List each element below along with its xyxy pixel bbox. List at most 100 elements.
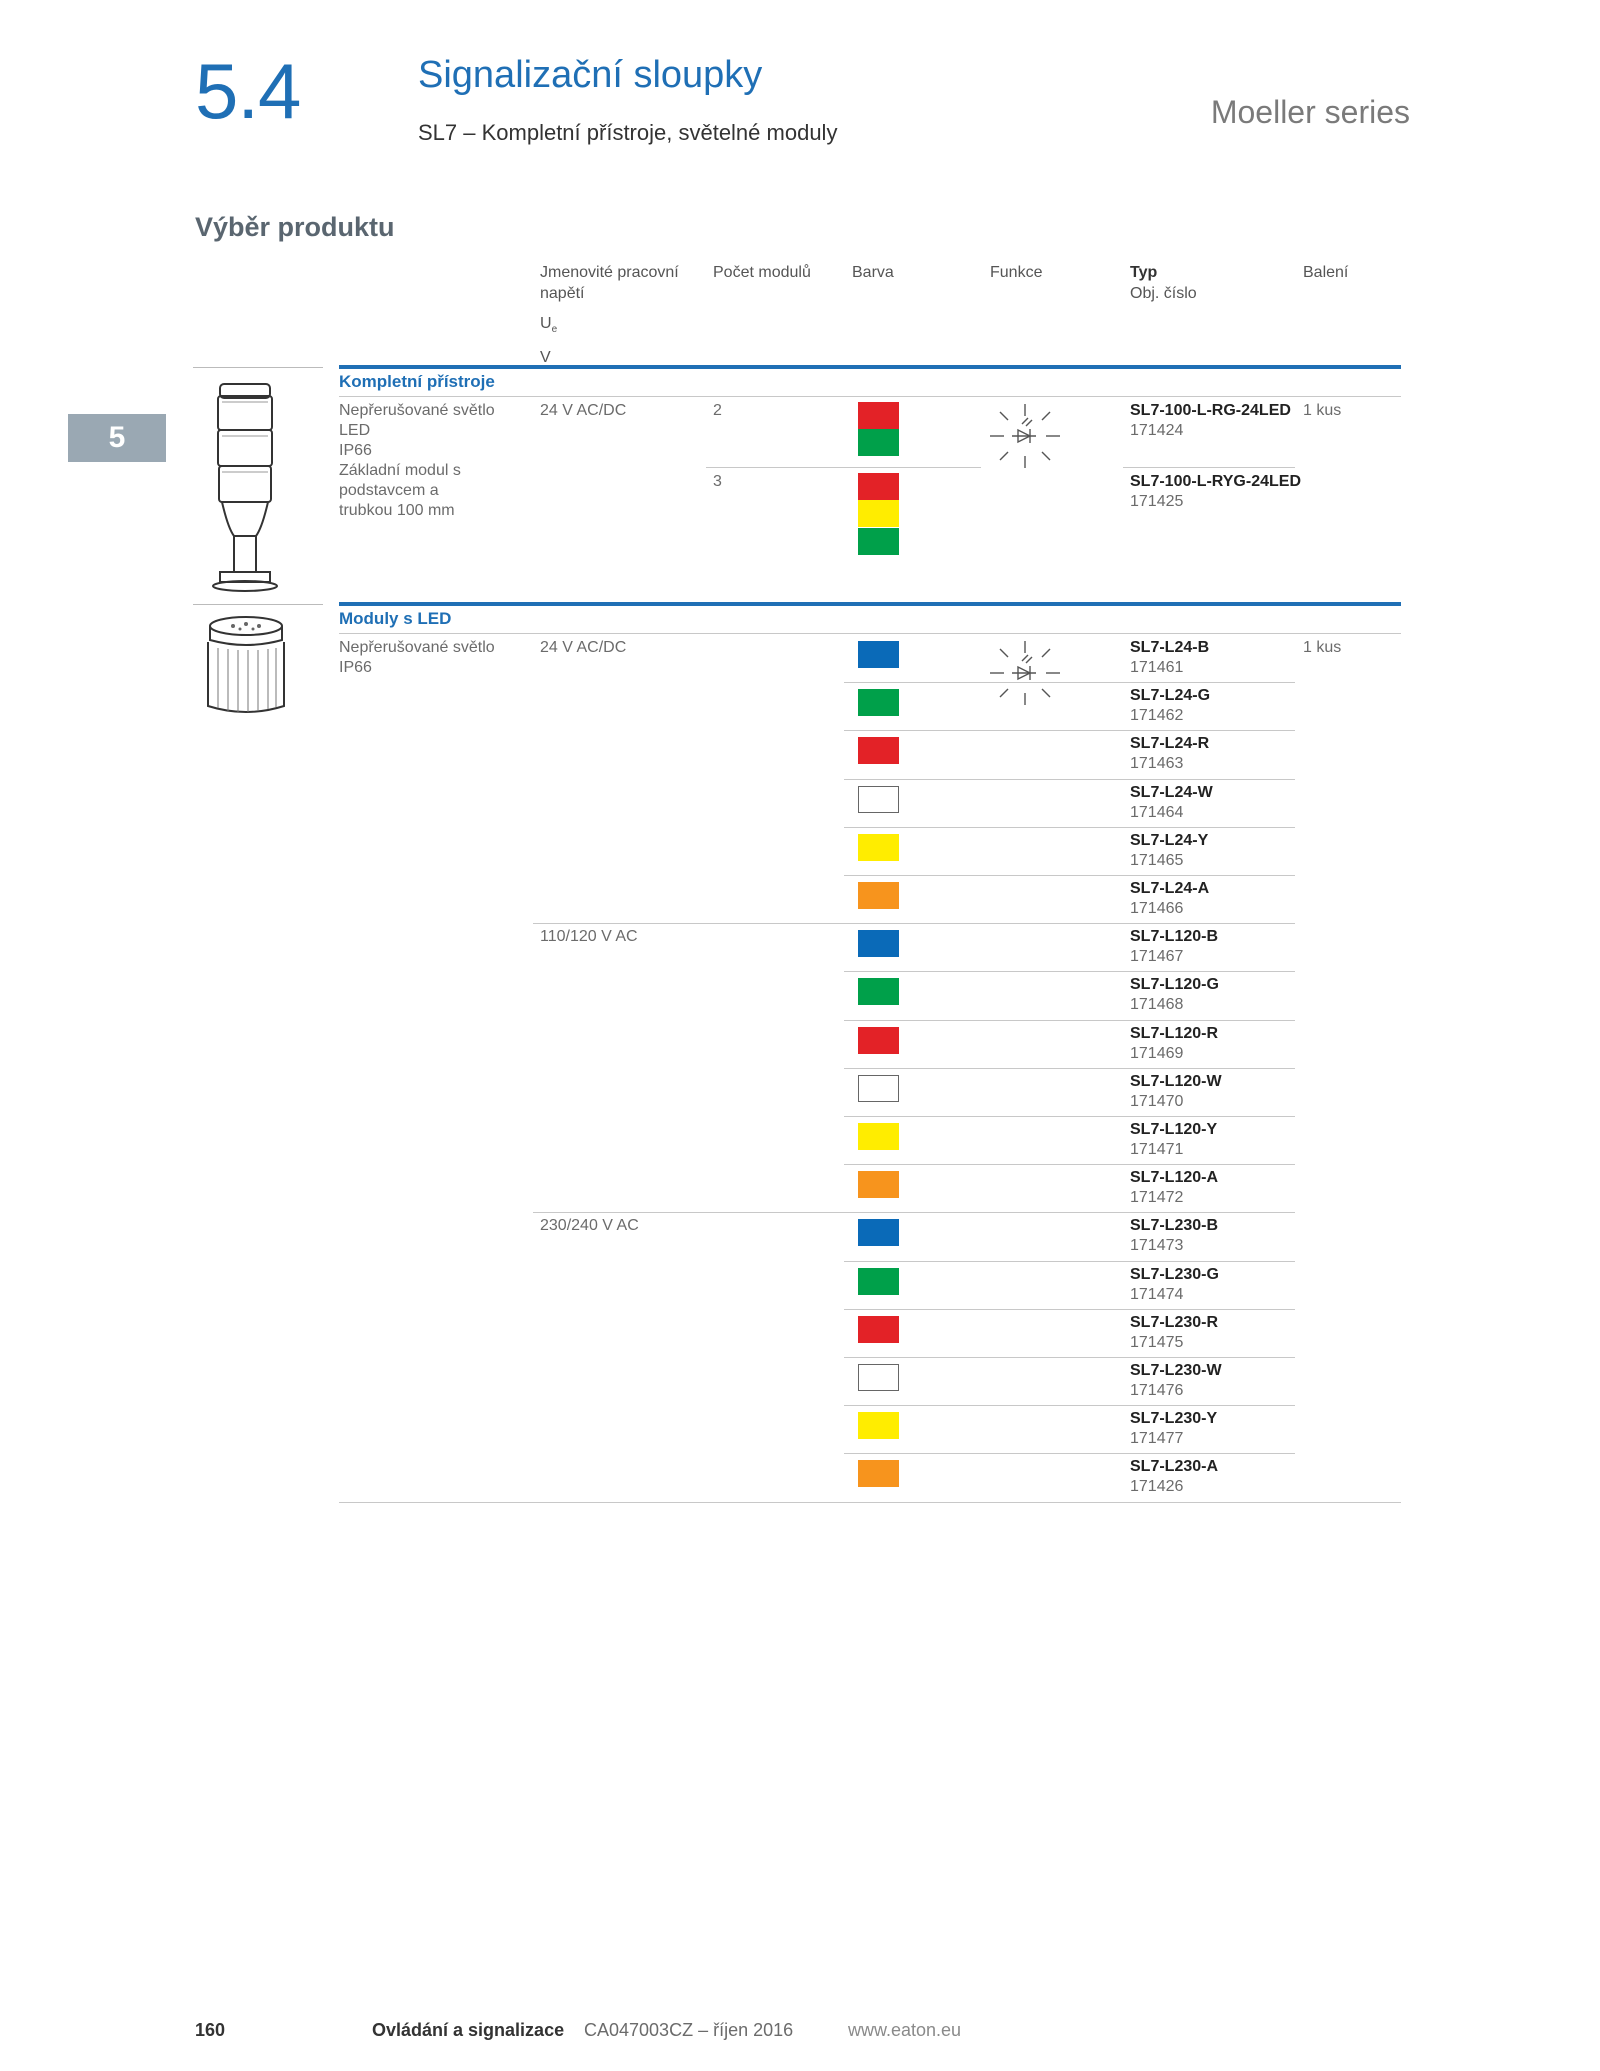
- image-divider: [193, 604, 323, 605]
- col-header-function: Funkce: [990, 264, 1043, 281]
- order-number: 171474: [1130, 1286, 1184, 1303]
- group-divider: [339, 365, 1401, 369]
- row-divider: [844, 682, 1295, 683]
- group-title-complete: Kompletní přístroje: [339, 372, 495, 391]
- type-code: SL7-L120-B: [1130, 928, 1219, 945]
- packaging: 1 kus: [1303, 402, 1342, 419]
- color-swatch-red: [858, 1027, 899, 1054]
- color-swatch-orange: [858, 882, 899, 909]
- order-number: 171475: [1130, 1334, 1184, 1351]
- color-swatch-blue: [858, 930, 899, 957]
- voltage-label: 110/120 V AC: [540, 928, 638, 945]
- type-code: SL7-L24-R: [1130, 735, 1210, 752]
- order-number: 171476: [1130, 1382, 1184, 1399]
- voltage-label: 230/240 V AC: [540, 1217, 639, 1234]
- color-swatch-yellow: [858, 1123, 899, 1150]
- row-divider: [844, 1068, 1295, 1069]
- packaging: 1 kus: [1303, 639, 1342, 656]
- col-header-packaging: Balení: [1303, 264, 1349, 281]
- modules-count: 3: [713, 473, 722, 490]
- row-divider: [533, 1212, 1295, 1213]
- color-swatch-white: [858, 1364, 899, 1391]
- color-swatch-green: [858, 689, 899, 716]
- color-swatch-yellow: [858, 834, 899, 861]
- led-module-image: [207, 616, 285, 713]
- type-code: SL7-100-L-RYG-24LED: [1130, 473, 1301, 490]
- group-divider: [339, 602, 1401, 606]
- signal-tower-image: [212, 383, 278, 592]
- type-code: SL7-L120-G: [1130, 976, 1219, 993]
- order-number: 171461: [1130, 659, 1184, 676]
- order-number: 171462: [1130, 707, 1184, 724]
- led-lamp-icon: [990, 641, 1060, 705]
- table-bottom-line: [339, 1502, 1401, 1503]
- catalog-code: CA047003CZ – říjen 2016: [584, 2020, 794, 2040]
- color-swatch-yellow: [858, 500, 899, 527]
- chapter-subtitle: SL7 – Kompletní přístroje, světelné modu…: [418, 120, 838, 145]
- type-code: SL7-L24-W: [1130, 784, 1213, 801]
- row-divider: [844, 1357, 1295, 1358]
- row-divider: [844, 1453, 1295, 1454]
- col-header-voltage: Jmenovité pracovní napětí Ue V: [540, 264, 679, 367]
- row-divider: [844, 875, 1295, 876]
- row-divider: [844, 730, 1295, 731]
- type-code: SL7-L24-Y: [1130, 832, 1209, 849]
- color-swatch-red: [858, 402, 899, 429]
- order-number: 171472: [1130, 1189, 1184, 1206]
- type-code: SL7-L24-A: [1130, 880, 1210, 897]
- order-number: 171477: [1130, 1430, 1184, 1447]
- order-number: 171466: [1130, 900, 1184, 917]
- chapter-number: 5.4: [195, 47, 301, 135]
- row-divider: [844, 1261, 1295, 1262]
- color-swatch-green: [858, 1268, 899, 1295]
- order-number: 171426: [1130, 1478, 1184, 1495]
- order-number: 171467: [1130, 948, 1184, 965]
- page-number: 160: [195, 2020, 226, 2040]
- order-number: 171425: [1130, 493, 1184, 510]
- color-swatch-red: [858, 473, 899, 500]
- type-code: SL7-L230-W: [1130, 1362, 1222, 1379]
- chapter-title: Signalizační sloupky: [418, 54, 763, 96]
- type-code: SL7-L230-B: [1130, 1217, 1219, 1234]
- color-swatch-orange: [858, 1171, 899, 1198]
- color-swatch-green: [858, 978, 899, 1005]
- col-header-modules: Počet modulů: [713, 264, 811, 281]
- type-code: SL7-L120-Y: [1130, 1121, 1218, 1138]
- website-link[interactable]: www.eaton.eu: [848, 2020, 961, 2041]
- row-divider: [844, 1020, 1295, 1021]
- order-number: 171471: [1130, 1141, 1184, 1158]
- group-title-led: Moduly s LED: [339, 609, 452, 628]
- row-divider: [339, 396, 1401, 397]
- type-code: SL7-L230-A: [1130, 1458, 1219, 1475]
- row-divider: [339, 633, 1401, 634]
- type-code: SL7-L24-G: [1130, 687, 1211, 704]
- order-number: 171473: [1130, 1237, 1184, 1254]
- order-number: 171465: [1130, 852, 1184, 869]
- chapter-side-tab[interactable]: 5: [68, 414, 166, 462]
- led-lamp-icon: [990, 404, 1060, 468]
- type-code: SL7-L230-G: [1130, 1266, 1219, 1283]
- row-divider: [844, 827, 1295, 828]
- color-swatch-orange: [858, 1460, 899, 1487]
- order-number: 171464: [1130, 804, 1184, 821]
- color-swatch-red: [858, 1316, 899, 1343]
- section-title: Výběr produktu: [195, 212, 395, 242]
- catalog-title: Ovládání a signalizace: [372, 2020, 565, 2040]
- col-header-type: Typ Obj. číslo: [1130, 264, 1197, 302]
- color-swatch-blue: [858, 1219, 899, 1246]
- order-number: 171468: [1130, 996, 1184, 1013]
- voltage-label: 24 V AC/DC: [540, 639, 627, 656]
- row-divider: [844, 1405, 1295, 1406]
- col-header-color: Barva: [852, 264, 894, 281]
- color-swatch-white: [858, 786, 899, 813]
- row-divider: [844, 1164, 1295, 1165]
- type-code: SL7-100-L-RG-24LED: [1130, 402, 1291, 419]
- order-number: 171424: [1130, 422, 1184, 439]
- type-code: SL7-L24-B: [1130, 639, 1210, 656]
- type-code: SL7-L230-Y: [1130, 1410, 1218, 1427]
- row-divider: [844, 1116, 1295, 1117]
- row-divider: [844, 971, 1295, 972]
- type-code: SL7-L120-W: [1130, 1073, 1222, 1090]
- color-swatch-green: [858, 429, 899, 456]
- type-code: SL7-L230-R: [1130, 1314, 1219, 1331]
